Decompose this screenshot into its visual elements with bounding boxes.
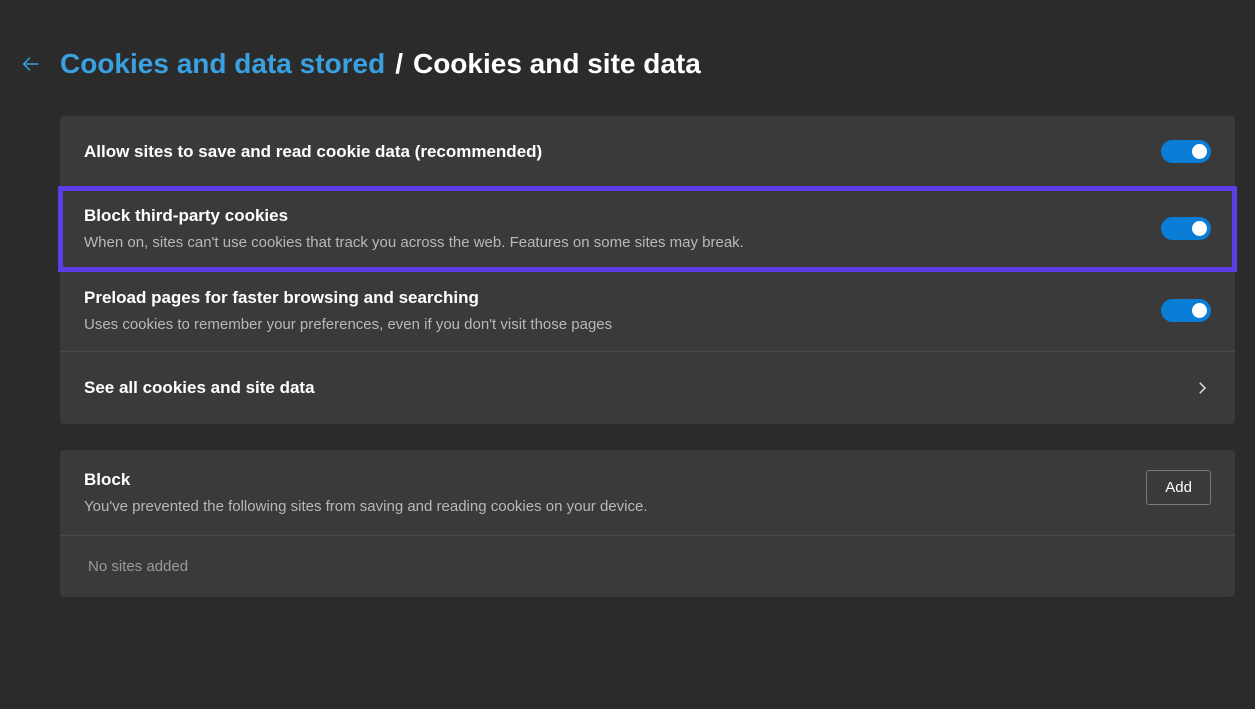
breadcrumb-separator: / — [395, 48, 403, 80]
block-empty-state: No sites added — [60, 536, 1235, 597]
setting-title: Allow sites to save and read cookie data… — [84, 142, 1161, 162]
see-all-label: See all cookies and site data — [84, 378, 1193, 398]
toggle-allow-cookies[interactable] — [1161, 140, 1211, 163]
block-title: Block — [84, 470, 1146, 490]
breadcrumb: Cookies and data stored / Cookies and si… — [60, 48, 701, 80]
setting-block-third-party: Block third-party cookies When on, sites… — [60, 188, 1235, 270]
block-section: Block You've prevented the following sit… — [60, 450, 1235, 597]
setting-title: Preload pages for faster browsing and se… — [84, 288, 1161, 308]
breadcrumb-current: Cookies and site data — [413, 48, 701, 80]
setting-preload-pages: Preload pages for faster browsing and se… — [60, 270, 1235, 352]
setting-description: When on, sites can't use cookies that tr… — [84, 234, 1161, 251]
setting-allow-cookies: Allow sites to save and read cookie data… — [60, 116, 1235, 188]
settings-group: Allow sites to save and read cookie data… — [60, 116, 1235, 424]
chevron-right-icon — [1193, 379, 1211, 397]
toggle-preload-pages[interactable] — [1161, 299, 1211, 322]
block-description: You've prevented the following sites fro… — [84, 498, 1146, 515]
see-all-cookies-row[interactable]: See all cookies and site data — [60, 352, 1235, 424]
back-arrow-icon[interactable] — [20, 53, 42, 75]
toggle-block-third-party[interactable] — [1161, 217, 1211, 240]
breadcrumb-parent[interactable]: Cookies and data stored — [60, 48, 385, 80]
setting-description: Uses cookies to remember your preference… — [84, 316, 1161, 333]
setting-title: Block third-party cookies — [84, 206, 1161, 226]
add-button[interactable]: Add — [1146, 470, 1211, 505]
